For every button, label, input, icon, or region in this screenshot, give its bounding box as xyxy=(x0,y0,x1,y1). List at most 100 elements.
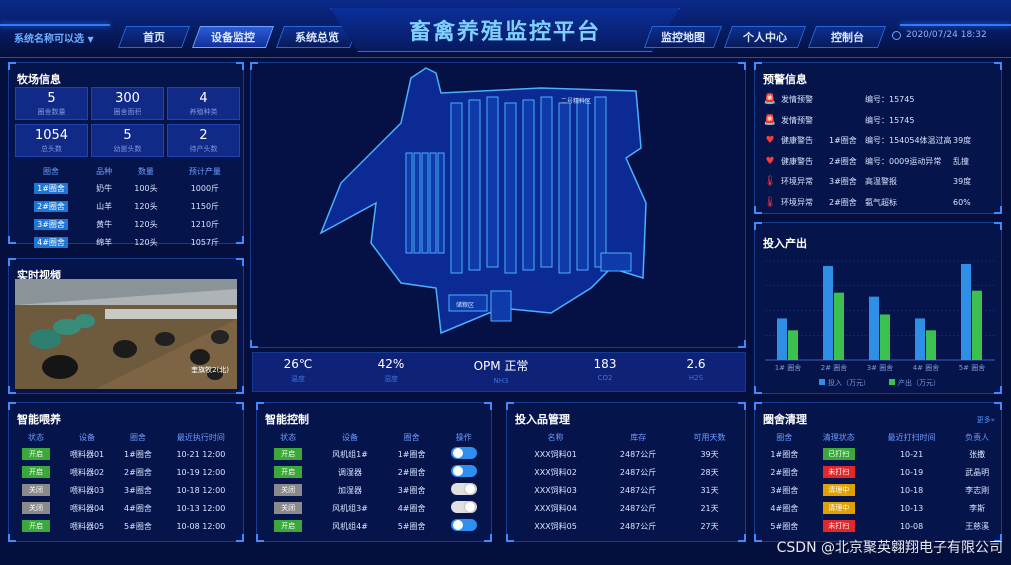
alerts-title: 预警信息 xyxy=(763,73,807,86)
alert-row[interactable]: 🌡 环境异常 3#圈舍 高温警报 39度 xyxy=(763,176,972,187)
heart-pulse-icon: ♥ xyxy=(765,155,775,167)
status-button[interactable]: 关闭 xyxy=(21,484,50,496)
switch-toggle[interactable] xyxy=(450,519,477,531)
table-row: XXX饲料04 2487公斤 21天 xyxy=(511,499,743,517)
status-button[interactable]: 关闭 xyxy=(274,502,303,514)
table-cell: 4#圈舍 xyxy=(770,503,799,513)
status-cell: 未打扫 xyxy=(810,463,868,481)
status-button[interactable]: 关闭 xyxy=(21,502,50,514)
status-cell: 开启 xyxy=(13,517,59,535)
alert-row[interactable]: 🚨 发情预警 编号：15745 xyxy=(763,94,953,105)
table-cell: 10-18 12:00 xyxy=(176,485,226,495)
tab-monitor-map[interactable]: 监控地图 xyxy=(643,26,723,48)
stat-value: 5 xyxy=(47,91,56,106)
video-panel: 实时视频 奎旗牧2(北) xyxy=(8,258,244,394)
column-header: 设备 xyxy=(79,432,96,442)
x-tick-label: 2# 圈舍 xyxy=(821,363,848,372)
bar xyxy=(823,265,833,360)
more-link[interactable]: 更多» xyxy=(977,415,995,425)
switch-toggle[interactable] xyxy=(450,465,477,477)
map-label-zone: 二号精料区 xyxy=(561,98,592,105)
bar xyxy=(788,330,798,360)
switch-toggle[interactable] xyxy=(450,483,477,495)
status-cell: 开启 xyxy=(13,445,59,463)
clock-icon xyxy=(892,30,901,40)
stat-value: 1054 xyxy=(34,128,69,143)
system-selector[interactable]: 系统名称可以选 ▼ xyxy=(14,30,94,45)
table-cell: 1210斤 xyxy=(190,219,220,229)
tab-home[interactable]: 首页 xyxy=(117,26,191,48)
alert-row[interactable]: ♥ 健康警告 1#圈舍 编号：154054体温过高 39度 xyxy=(763,135,972,146)
table-cell: 风机组4# xyxy=(332,521,368,531)
clean-status-badge: 未打扫 xyxy=(822,520,855,532)
table-row: 1#圈舍 已打扫 10-21 张撒 xyxy=(759,445,999,463)
table-cell: 10-08 12:00 xyxy=(176,521,226,531)
live-video-feed[interactable]: 奎旗牧2(北) xyxy=(15,279,237,389)
switch-toggle[interactable] xyxy=(450,447,477,459)
table-cell: 黄牛 xyxy=(96,219,113,229)
alert-detail: 氨气超标 xyxy=(865,197,897,207)
feeding-table: 状态 设备 圈舍 最近执行时间 开启 喂料器01 1#圈舍 10-21 12:00 开启 喂料器… xyxy=(13,429,241,535)
table-cell: 5#圈舍 xyxy=(770,521,799,531)
alert-row[interactable]: 🚨 发情预警 编号：15745 xyxy=(763,115,953,126)
stat-label: 待产头数 xyxy=(189,145,218,153)
table-row: 关闭 加湿器 3#圈舍 xyxy=(261,481,489,499)
table-cell: 加湿器 xyxy=(337,485,362,495)
column-header: 最近打扫时间 xyxy=(887,432,936,442)
table-cell: 喂料器05 xyxy=(69,521,105,531)
stat-card: 2 待产头数 xyxy=(167,124,240,157)
alert-type: 环境异常 xyxy=(781,197,813,207)
table-cell: 120头 xyxy=(134,201,158,211)
status-button[interactable]: 开启 xyxy=(21,466,50,478)
farm-map[interactable] xyxy=(251,63,747,349)
tab-device-monitor[interactable]: 设备监控 xyxy=(191,26,275,48)
status-button[interactable]: 开启 xyxy=(21,520,50,532)
stat-label: 总头数 xyxy=(41,145,62,153)
alert-row[interactable]: ♥ 健康警告 2#圈舍 编号：0009运动异常 乱撞 xyxy=(763,156,969,167)
status-button[interactable]: 开启 xyxy=(274,448,303,460)
stat-value: 300 xyxy=(115,91,140,106)
env-label: CO2 xyxy=(597,374,613,382)
status-button[interactable]: 开启 xyxy=(274,520,303,532)
stat-card: 300 圈舍面积 xyxy=(91,87,164,120)
table-cell: 3#圈舍 xyxy=(15,215,87,233)
table-row: 1#圈舍 奶牛 100头 1000斤 xyxy=(15,179,239,197)
pen-building xyxy=(421,152,429,254)
alert-pen: 3#圈舍 xyxy=(829,177,857,186)
legend-swatch xyxy=(889,379,895,385)
column-header: 状态 xyxy=(280,432,297,442)
table-cell: 3#圈舍 xyxy=(770,485,799,495)
column-header: 设备 xyxy=(341,432,358,442)
toggle-knob xyxy=(452,520,463,530)
table-cell: 1150斤 xyxy=(190,201,220,211)
table-cell: 4#圈舍 xyxy=(15,233,87,251)
table-cell: 10-19 12:00 xyxy=(176,467,226,477)
table-cell: 4#圈舍 xyxy=(397,503,426,513)
switch-toggle[interactable] xyxy=(450,501,477,513)
column-header: 数量 xyxy=(137,166,154,176)
alert-detail: 高温警报 xyxy=(865,177,897,186)
page-title: 畜禽养殖监控平台 xyxy=(330,8,680,52)
status-button[interactable]: 开启 xyxy=(274,466,303,478)
table-cell: 120头 xyxy=(134,237,158,247)
x-tick-label: 3# 圈舍 xyxy=(867,363,894,372)
alert-type: 环境异常 xyxy=(781,177,813,186)
alert-row[interactable]: 🌡 环境异常 2#圈舍 氨气超标 60% xyxy=(763,197,971,208)
table-cell: 2#圈舍 xyxy=(397,467,426,477)
table-row: XXX饲料02 2487公斤 28天 xyxy=(511,463,743,481)
table-cell: 2#圈舍 xyxy=(124,467,152,477)
table-row: 关闭 风机组3# 4#圈舍 xyxy=(261,499,489,517)
inputs-table: 名称 库存 可用天数 XXX饲料01 2487公斤 39天 XXX饲料02 2487公斤 28… xyxy=(511,429,743,535)
status-button[interactable]: 关闭 xyxy=(274,484,303,496)
farm-info-title: 牧场信息 xyxy=(17,73,61,86)
alert-type: 发情预警 xyxy=(781,95,813,104)
table-cell: 绵羊 xyxy=(96,237,113,247)
toggle-cell xyxy=(439,517,489,535)
bar xyxy=(869,296,879,360)
tab-personal-center[interactable]: 个人中心 xyxy=(723,26,807,48)
tab-console[interactable]: 控制台 xyxy=(807,26,887,48)
header-line-left xyxy=(0,24,110,26)
thermometer-icon: 🌡 xyxy=(763,176,777,187)
header-bar: 系统名称可以选 ▼ 首页 设备监控 系统总览 畜禽养殖监控平台 监控地图 个人中… xyxy=(0,0,1011,58)
status-button[interactable]: 开启 xyxy=(21,448,50,460)
